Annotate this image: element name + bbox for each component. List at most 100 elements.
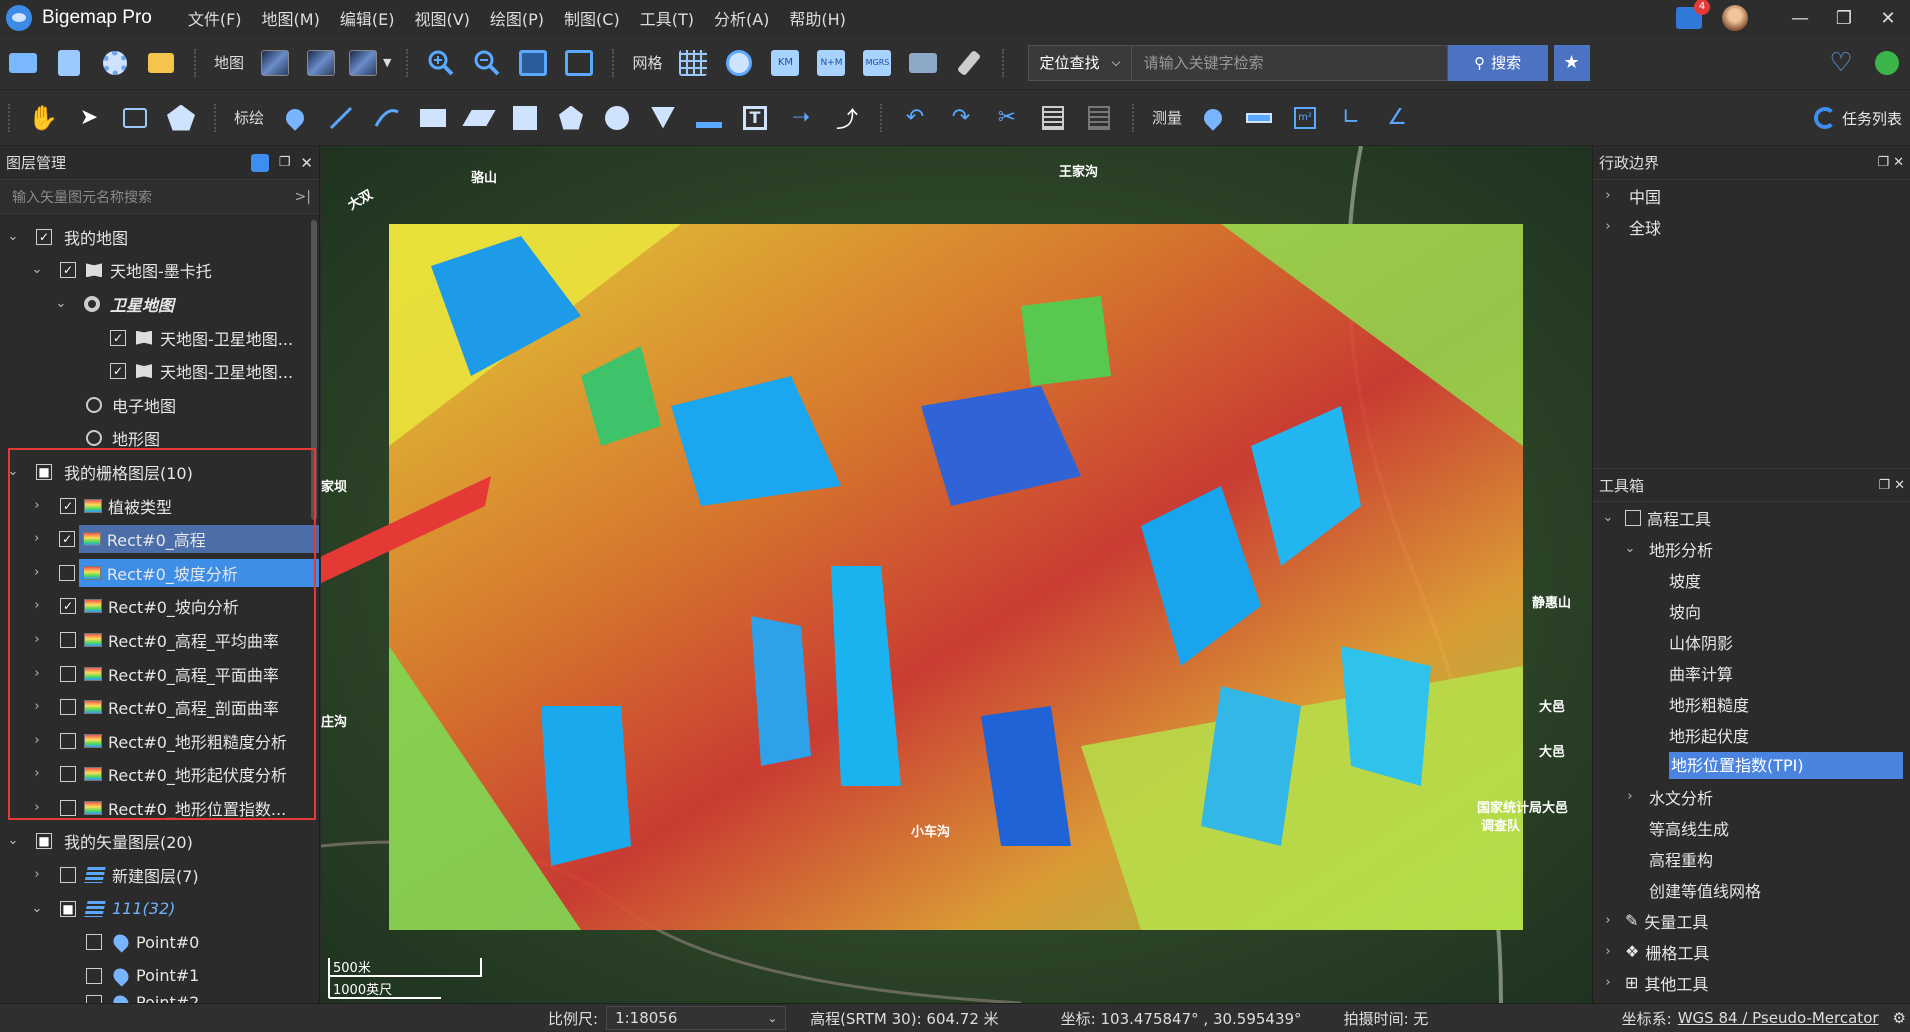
measure-area-icon[interactable]: m² bbox=[1287, 100, 1323, 136]
chevron-right-icon[interactable]: › bbox=[30, 868, 44, 882]
favorite-star-icon[interactable]: ★ bbox=[1553, 44, 1590, 81]
fit-view-icon[interactable] bbox=[561, 45, 597, 81]
toolbox-relief[interactable]: 地形起伏度 bbox=[1593, 719, 1910, 750]
tree-item-tianditu-mercator[interactable]: ⌄ ✓ 天地图-墨卡托 bbox=[0, 254, 319, 288]
lnglat-grid-icon[interactable] bbox=[721, 45, 757, 81]
redo-icon[interactable]: ↷ bbox=[943, 100, 979, 136]
menu-tools[interactable]: 工具(T) bbox=[640, 6, 694, 30]
mgrs-grid-icon[interactable]: MGRS bbox=[859, 45, 895, 81]
ruler-pen-icon[interactable] bbox=[691, 100, 727, 136]
pan-hand-icon[interactable]: ✋ bbox=[25, 100, 61, 136]
curve-icon[interactable] bbox=[369, 100, 405, 136]
sector-icon[interactable] bbox=[645, 100, 681, 136]
avatar[interactable] bbox=[1722, 5, 1748, 31]
map-source-1-icon[interactable] bbox=[257, 45, 293, 81]
chevron-down-icon[interactable]: ⌄ bbox=[6, 229, 20, 244]
admin-item-global[interactable]: › 全球 bbox=[1593, 211, 1910, 242]
tree-item-new-layer[interactable]: › 新建图层(7) bbox=[0, 858, 319, 892]
list-icon[interactable] bbox=[1035, 100, 1071, 136]
list-disabled-icon[interactable] bbox=[1081, 100, 1117, 136]
chevron-down-icon[interactable]: ⌄ bbox=[1623, 541, 1637, 556]
search-button[interactable]: ⚲ 搜索 bbox=[1447, 44, 1548, 81]
toolbox-roughness[interactable]: 地形粗糙度 bbox=[1593, 688, 1910, 719]
collapse-icon[interactable]: >| bbox=[295, 189, 311, 205]
chevron-down-icon[interactable]: ⌄ bbox=[54, 296, 68, 311]
toolbox-panel-controls[interactable]: ❐ ✕ bbox=[1878, 478, 1910, 493]
toolbox-elevation-tools[interactable]: ⌄ 高程工具 bbox=[1593, 502, 1910, 533]
undo-icon[interactable]: ↶ bbox=[897, 100, 933, 136]
scale-select[interactable]: 1:18056 ⌄ bbox=[606, 1006, 787, 1030]
keyword-search-input[interactable]: 请输入关键字检索 bbox=[1131, 44, 1448, 81]
chevron-right-icon[interactable]: › bbox=[1601, 188, 1615, 203]
task-list-button[interactable]: 任务列表 bbox=[1813, 90, 1902, 146]
minimize-button[interactable]: — bbox=[1778, 8, 1822, 29]
panel-float-icon[interactable]: ❐ bbox=[279, 155, 291, 170]
chevron-down-icon[interactable]: ⌄ bbox=[30, 263, 44, 277]
checkbox-partial[interactable]: ■ bbox=[60, 900, 76, 917]
layer-search-input[interactable]: 输入矢量图元名称搜索 >| bbox=[0, 180, 319, 214]
menu-help[interactable]: 帮助(H) bbox=[789, 6, 846, 30]
maximize-button[interactable]: ❐ bbox=[1822, 8, 1866, 29]
brush-icon[interactable] bbox=[951, 45, 987, 81]
menu-cartography[interactable]: 制图(C) bbox=[564, 6, 620, 30]
toolbox-slope[interactable]: 坡度 bbox=[1593, 564, 1910, 595]
checkbox[interactable]: ✓ bbox=[110, 363, 126, 380]
grid-icon[interactable] bbox=[675, 45, 711, 81]
toolbox-curvature[interactable]: 曲率计算 bbox=[1593, 657, 1910, 688]
toolbox-isoline-grid[interactable]: 创建等值线网格 bbox=[1593, 874, 1910, 905]
rect-select-icon[interactable] bbox=[117, 100, 153, 136]
km-grid-icon[interactable]: KM bbox=[767, 45, 803, 81]
checkbox-partial[interactable]: ■ bbox=[36, 833, 52, 850]
chevron-right-icon[interactable]: › bbox=[1601, 975, 1615, 990]
zoom-out-icon[interactable] bbox=[469, 45, 505, 81]
circle-icon[interactable] bbox=[599, 100, 635, 136]
scissors-icon[interactable]: ✂ bbox=[989, 100, 1025, 136]
tree-item-vector-layers[interactable]: ⌄ ■ 我的矢量图层(20) bbox=[0, 825, 319, 859]
checkbox[interactable] bbox=[86, 967, 102, 984]
toolbox-vector-tools[interactable]: › ✎ 矢量工具 bbox=[1593, 905, 1910, 936]
checkbox[interactable]: ✓ bbox=[36, 228, 52, 245]
menu-draw[interactable]: 绘图(P) bbox=[490, 6, 544, 30]
menu-edit[interactable]: 编辑(E) bbox=[340, 6, 395, 30]
folder-icon[interactable] bbox=[905, 45, 941, 81]
save-icon[interactable] bbox=[51, 45, 87, 81]
zoom-in-icon[interactable] bbox=[423, 45, 459, 81]
line-icon[interactable] bbox=[323, 100, 359, 136]
nm-grid-icon[interactable]: N+M bbox=[813, 45, 849, 81]
tree-item-electronic-map[interactable]: 电子地图 bbox=[0, 388, 319, 422]
wechat-icon[interactable] bbox=[1869, 45, 1905, 81]
panel-close-icon[interactable]: ✕ bbox=[300, 154, 313, 172]
close-button[interactable]: ✕ bbox=[1866, 8, 1910, 29]
measure-point-icon[interactable] bbox=[1195, 100, 1231, 136]
tree-item-tianditu-satellite-2[interactable]: ✓ 天地图-卫星地图... bbox=[0, 354, 319, 388]
menu-analysis[interactable]: 分析(A) bbox=[714, 6, 769, 30]
menu-view[interactable]: 视图(V) bbox=[414, 6, 469, 30]
tree-item-111[interactable]: ⌄ ■ 111(32) bbox=[0, 892, 319, 926]
map-source-3-icon[interactable]: ▼ bbox=[349, 45, 391, 81]
open-folder-icon[interactable] bbox=[5, 45, 41, 81]
measure-azimuth-icon[interactable]: ∠ bbox=[1379, 100, 1415, 136]
toolbox-hydrology[interactable]: › 水文分析 bbox=[1593, 781, 1910, 812]
admin-panel-controls[interactable]: ❐ ✕ bbox=[1877, 155, 1910, 170]
square-icon[interactable] bbox=[507, 100, 543, 136]
chevron-right-icon[interactable]: › bbox=[1623, 789, 1637, 804]
map-source-2-icon[interactable] bbox=[303, 45, 339, 81]
tree-item-tianditu-satellite-1[interactable]: ✓ 天地图-卫星地图... bbox=[0, 321, 319, 355]
pentagon-icon[interactable] bbox=[553, 100, 589, 136]
hook-arrow-icon[interactable]: ⤴ bbox=[829, 100, 865, 136]
radio-selected[interactable] bbox=[84, 295, 100, 312]
tree-item-point-1[interactable]: Point#1 bbox=[0, 959, 319, 993]
tree-item-point-0[interactable]: Point#0 bbox=[0, 925, 319, 959]
map-canvas[interactable]: 骆山 王家沟 大双 家坝 静惠山 大邑 大邑 国家统计局大邑 调查队 小车沟 庄… bbox=[321, 146, 1592, 1003]
arrow-icon[interactable]: ➝ bbox=[783, 100, 819, 136]
toolbox-elevation-rebuild[interactable]: 高程重构 bbox=[1593, 843, 1910, 874]
tree-item-my-map[interactable]: ⌄ ✓ 我的地图 bbox=[0, 220, 319, 254]
toolbox-hillshade[interactable]: 山体阴影 bbox=[1593, 626, 1910, 657]
radio[interactable] bbox=[86, 396, 102, 413]
checkbox[interactable]: ✓ bbox=[60, 262, 76, 279]
tree-item-satellite[interactable]: ⌄ 卫星地图 bbox=[0, 287, 319, 321]
chevron-down-icon[interactable]: ⌄ bbox=[30, 901, 44, 916]
checkbox[interactable] bbox=[60, 867, 76, 884]
admin-item-china[interactable]: › 中国 bbox=[1593, 180, 1910, 211]
locate-dropdown[interactable]: 定位查找 ⌵ bbox=[1028, 44, 1132, 81]
